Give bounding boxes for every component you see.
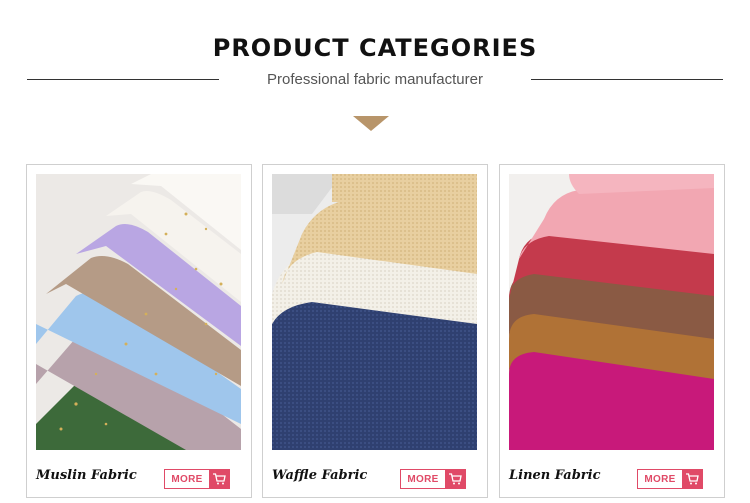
category-card-linen[interactable]: Linen Fabric MORE — [499, 164, 725, 498]
waffle-fabric-image[interactable] — [272, 174, 477, 450]
cart-icon — [209, 470, 229, 488]
category-card-waffle[interactable]: Waffle Fabric MORE — [262, 164, 488, 498]
more-button-label: MORE — [644, 473, 676, 485]
linen-fabric-image[interactable] — [509, 174, 714, 450]
muslin-fabric-image[interactable] — [36, 174, 241, 450]
down-arrow-icon — [353, 116, 389, 131]
cart-icon — [445, 470, 465, 488]
cart-icon — [682, 470, 702, 488]
more-button[interactable]: MORE — [400, 469, 466, 489]
more-button[interactable]: MORE — [164, 469, 230, 489]
category-card-muslin[interactable]: Muslin Fabric MORE — [26, 164, 252, 498]
right-divider — [531, 79, 723, 80]
more-button-label: MORE — [171, 473, 203, 485]
category-label[interactable]: Waffle Fabric — [272, 468, 367, 483]
more-button-label: MORE — [407, 473, 439, 485]
section-title: PRODUCT CATEGORIES — [212, 34, 538, 62]
category-label[interactable]: Linen Fabric — [509, 468, 601, 483]
category-label[interactable]: Muslin Fabric — [36, 468, 137, 483]
more-button[interactable]: MORE — [637, 469, 703, 489]
